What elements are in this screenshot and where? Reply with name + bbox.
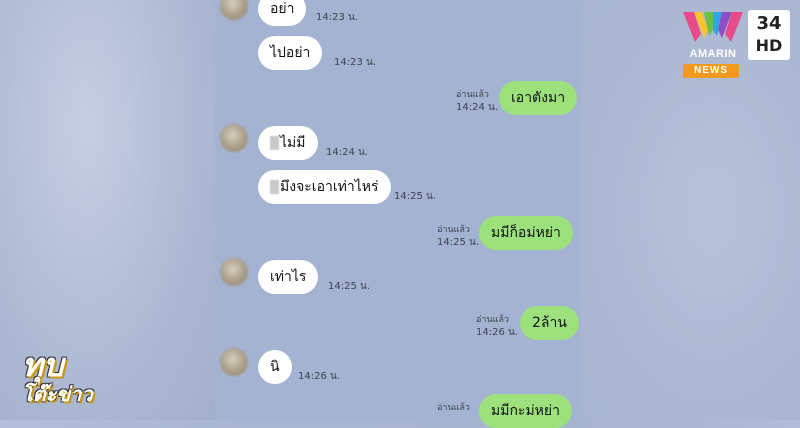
- news-tag: NEWS: [683, 64, 739, 78]
- show-logo-subtitle: โต๊ะข่าว: [22, 382, 93, 406]
- message-text: 2ล้าน: [532, 315, 567, 331]
- blurred-background-right: [580, 0, 800, 420]
- message-bubble-incoming[interactable]: เท่าไร: [258, 260, 319, 294]
- message-text: มึงจะเอาเท่าไหร่: [280, 179, 379, 195]
- censor-mark: [270, 136, 279, 150]
- read-receipt: อ่านแล้ว: [437, 403, 470, 413]
- message-bubble-incoming[interactable]: นิ: [258, 350, 292, 384]
- read-receipt: อ่านแล้ว: [456, 90, 489, 100]
- contact-avatar: [220, 258, 248, 286]
- amarin-logo-icon: [683, 12, 743, 42]
- message-bubble-outgoing[interactable]: มมีกะม่หย่า: [479, 394, 572, 428]
- message-text: นิ: [270, 359, 280, 375]
- message-time: 14:24 น.: [456, 102, 499, 113]
- message-time: 14:25 น.: [437, 237, 480, 248]
- message-text: อย่า: [270, 1, 295, 17]
- censor-mark: [270, 180, 279, 194]
- channel-number-badge: 34 HD: [748, 10, 790, 60]
- hd-label: HD: [755, 36, 783, 55]
- message-time: 14:24 น.: [326, 147, 369, 158]
- message-time: 14:25 น.: [328, 281, 371, 292]
- message-bubble-incoming[interactable]: ไปอย่า: [258, 36, 323, 70]
- message-bubble-outgoing[interactable]: มมีก็อม่หย่า: [479, 216, 573, 250]
- channel-brand-name: AMARIN: [689, 48, 737, 60]
- message-time: 14:25 น.: [394, 191, 437, 202]
- message-text: เท่าไร: [270, 269, 307, 285]
- message-time: 14:26 น.: [298, 371, 341, 382]
- message-text: ไปอย่า: [270, 45, 311, 61]
- channel-number: 34: [756, 13, 782, 34]
- message-bubble-outgoing[interactable]: เอาตังมา: [499, 81, 578, 115]
- message-time: 14:23 น.: [316, 12, 359, 23]
- contact-avatar: [220, 124, 248, 152]
- message-bubble-outgoing[interactable]: 2ล้าน: [520, 306, 579, 340]
- read-receipt: อ่านแล้ว: [476, 315, 509, 325]
- message-text: เอาตังมา: [511, 90, 566, 106]
- message-text: ไม่มี: [280, 135, 306, 151]
- message-bubble-incoming[interactable]: ไม่มี: [258, 126, 318, 160]
- message-time: 14:23 น.: [334, 57, 377, 68]
- contact-avatar: [220, 348, 248, 376]
- message-text: มมีกะม่หย่า: [491, 403, 560, 419]
- message-bubble-incoming[interactable]: มึงจะเอาเท่าไหร่: [258, 170, 391, 204]
- message-text: มมีก็อม่หย่า: [491, 225, 561, 241]
- message-time: 14:26 น.: [476, 327, 519, 338]
- read-receipt: อ่านแล้ว: [437, 225, 470, 235]
- message-bubble-incoming[interactable]: อย่า: [258, 0, 307, 26]
